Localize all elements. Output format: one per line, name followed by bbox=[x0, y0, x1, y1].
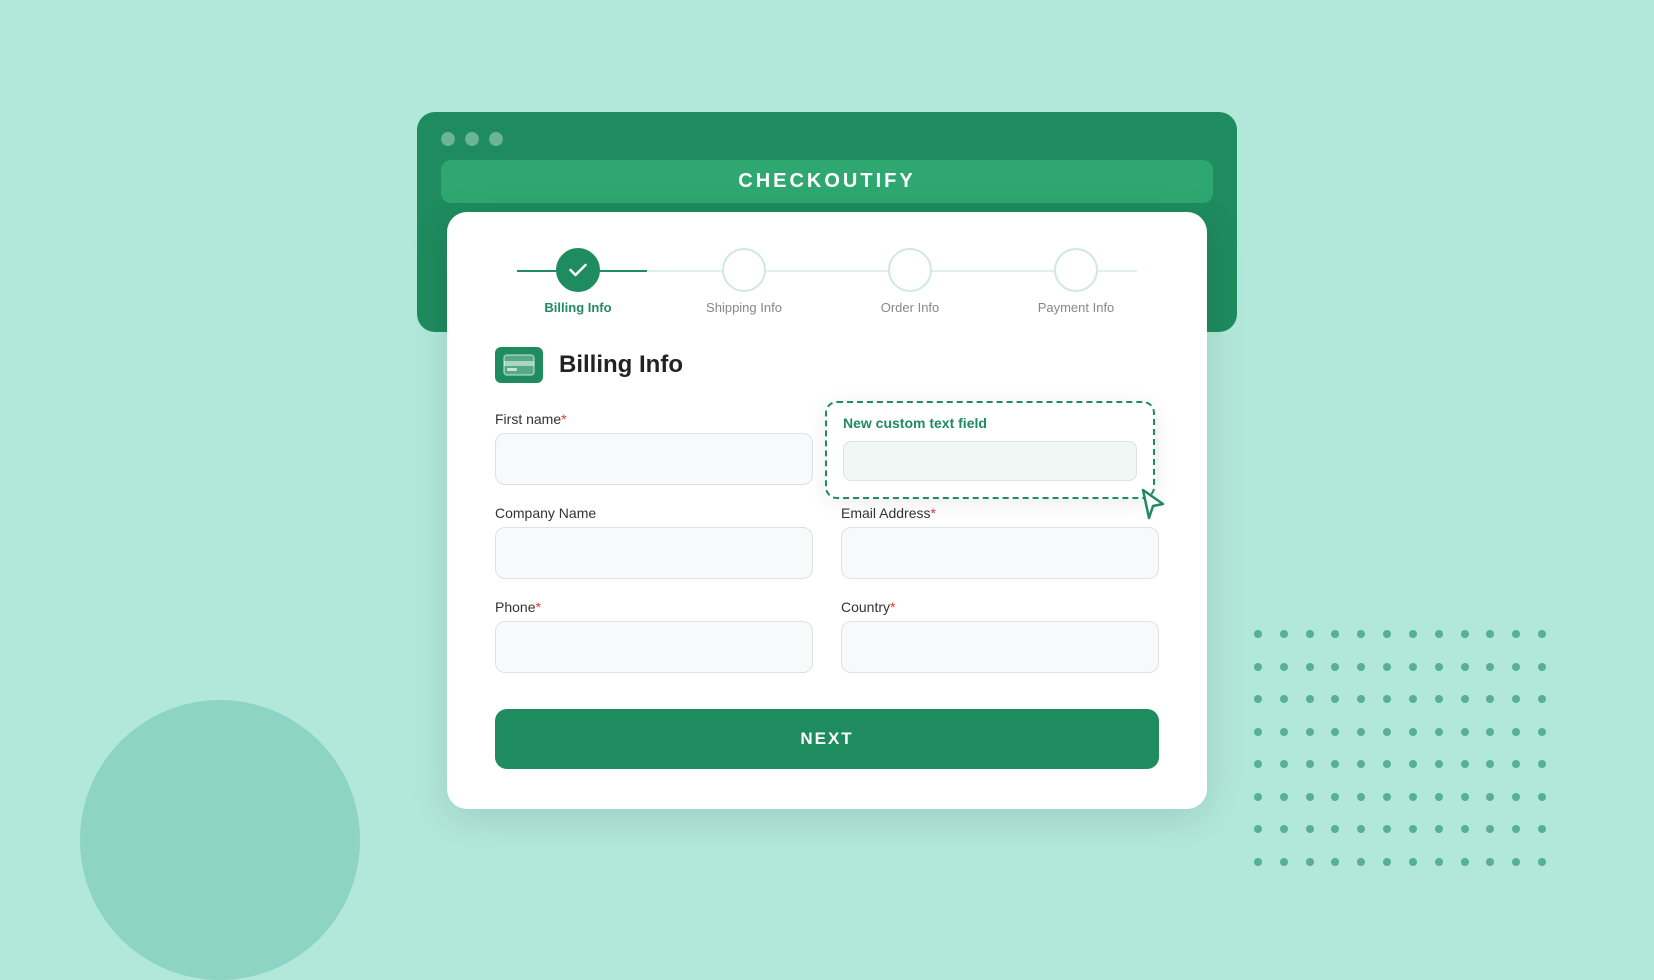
step-label-payment: Payment Info bbox=[1038, 300, 1115, 315]
phone-input[interactable] bbox=[495, 621, 813, 673]
step-label-billing: Billing Info bbox=[544, 300, 611, 315]
step-label-order: Order Info bbox=[881, 300, 940, 315]
step-label-shipping: Shipping Info bbox=[706, 300, 782, 315]
form-header: Billing Info bbox=[495, 347, 1159, 383]
window-dot-2 bbox=[465, 132, 479, 146]
window-controls bbox=[441, 132, 1213, 146]
step-billing[interactable]: Billing Info bbox=[495, 248, 661, 315]
company-name-input[interactable] bbox=[495, 527, 813, 579]
step-circle-order bbox=[888, 248, 932, 292]
app-title: CHECKOUTIFY bbox=[441, 160, 1213, 203]
company-name-group: Company Name bbox=[495, 505, 813, 579]
first-name-group: First name* bbox=[495, 411, 813, 485]
billing-card-icon bbox=[495, 347, 543, 383]
email-address-group: Email Address* bbox=[841, 505, 1159, 579]
step-circle-payment bbox=[1054, 248, 1098, 292]
country-input[interactable] bbox=[841, 621, 1159, 673]
email-address-input[interactable] bbox=[841, 527, 1159, 579]
custom-field-input-preview bbox=[843, 441, 1137, 481]
next-button[interactable]: NEXT bbox=[495, 709, 1159, 769]
custom-field-label: New custom text field bbox=[843, 415, 1137, 431]
window-dot-1 bbox=[441, 132, 455, 146]
step-shipping[interactable]: Shipping Info bbox=[661, 248, 827, 315]
country-label: Country* bbox=[841, 599, 1159, 615]
window-dot-3 bbox=[489, 132, 503, 146]
step-order[interactable]: Order Info bbox=[827, 248, 993, 315]
company-name-label: Company Name bbox=[495, 505, 813, 521]
phone-label: Phone* bbox=[495, 599, 813, 615]
app-container: CHECKOUTIFY Billing Info Shipping Info bbox=[417, 112, 1237, 809]
step-payment[interactable]: Payment Info bbox=[993, 248, 1159, 315]
phone-group: Phone* bbox=[495, 599, 813, 673]
first-name-label: First name* bbox=[495, 411, 813, 427]
checkout-card: Billing Info Shipping Info Order Info Pa… bbox=[447, 212, 1207, 809]
checkout-stepper: Billing Info Shipping Info Order Info Pa… bbox=[495, 248, 1159, 315]
checkmark-icon bbox=[569, 263, 587, 277]
email-address-label: Email Address* bbox=[841, 505, 1159, 521]
bg-circle-decoration bbox=[80, 700, 360, 980]
first-name-input[interactable] bbox=[495, 433, 813, 485]
cursor-icon bbox=[1135, 484, 1175, 529]
custom-field-overlay: New custom text field bbox=[825, 401, 1155, 499]
country-group: Country* bbox=[841, 599, 1159, 673]
step-circle-billing bbox=[556, 248, 600, 292]
form-title: Billing Info bbox=[559, 351, 683, 379]
dot-pattern-decoration bbox=[1254, 630, 1554, 880]
step-circle-shipping bbox=[722, 248, 766, 292]
